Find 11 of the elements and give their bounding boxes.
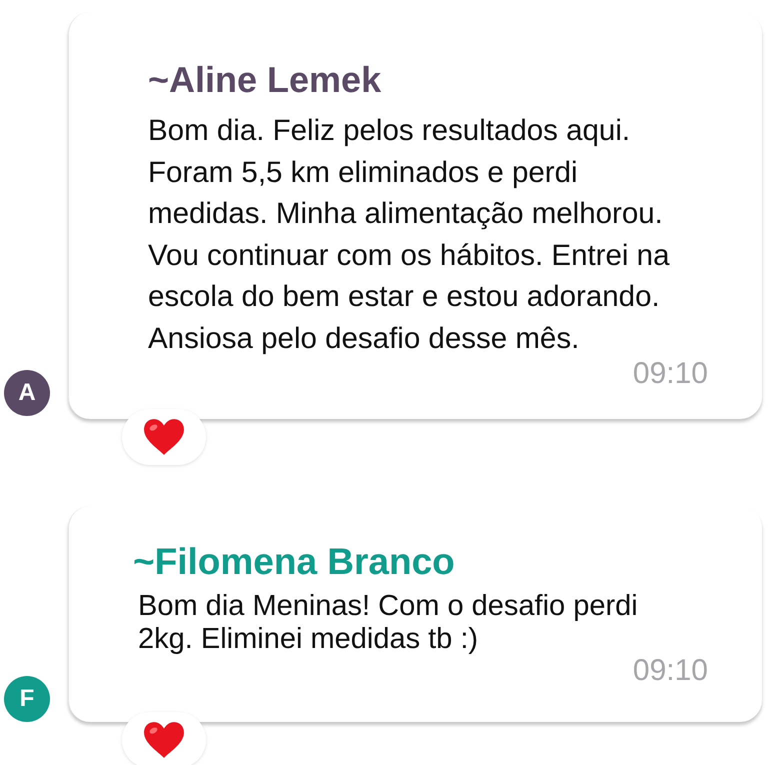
message-time: 09:10 [632,656,708,686]
message-time: 09:10 [632,359,708,389]
sender-name: ~Filomena Branco [133,542,456,582]
message-text: Bom dia Meninas! Com o desafio perdi 2kg. Eliminei medidas tb :) [138,590,638,656]
sender-name: ~Aline Lemek [148,58,382,102]
heart-icon [143,721,185,759]
message-text: Bom dia. Feliz pelos resultados aqui. Foram 5,5 km eliminados e perdi medidas. Minha alimentação melhorou. Vou continuar com os hábitos. Entrei na escola do bem estar e estou adorando. Ansiosa pelo desafio desse mês. [148,113,670,356]
avatar[interactable]: A [4,370,50,416]
reaction-pill[interactable] [122,712,206,765]
heart-icon [143,418,185,456]
reaction-pill[interactable] [122,409,206,465]
